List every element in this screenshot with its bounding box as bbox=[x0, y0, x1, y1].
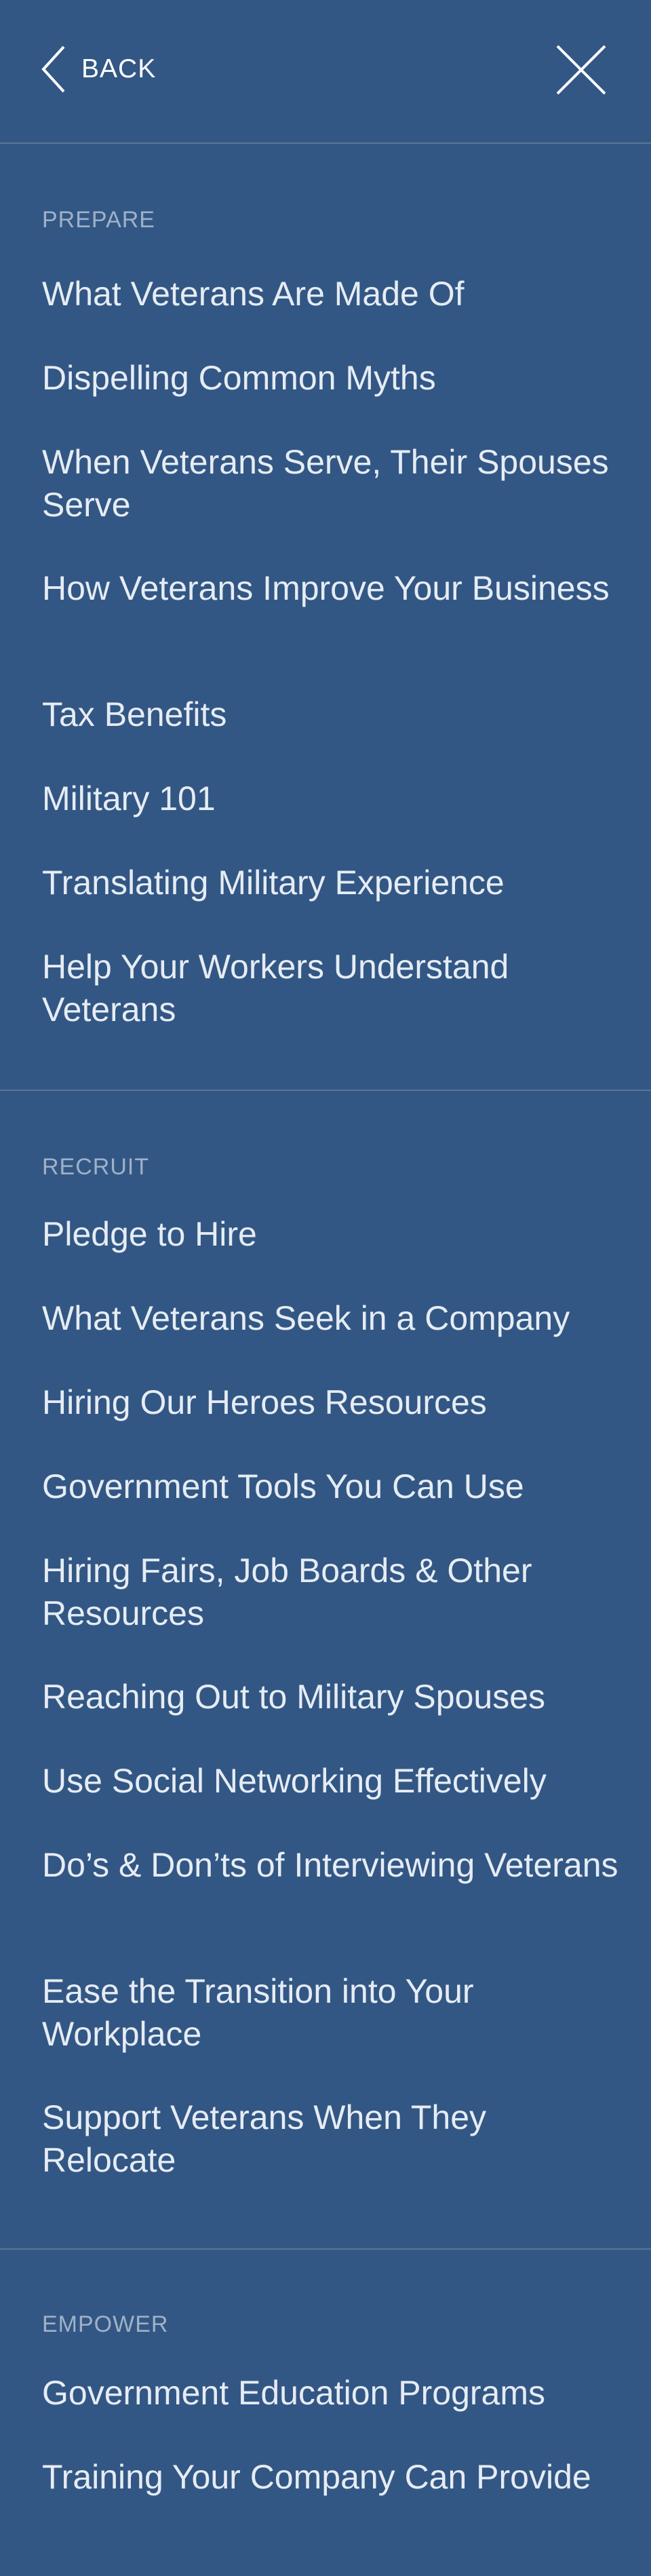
nav-item-dispelling-common-myths[interactable]: Dispelling Common Myths bbox=[42, 357, 625, 400]
nav-item-social-networking[interactable]: Use Social Networking Effectively bbox=[42, 1760, 625, 1803]
nav-item-ease-transition[interactable]: Ease the Transition into Your Workplace bbox=[42, 1970, 625, 2056]
menu-header: BACK bbox=[0, 0, 651, 144]
nav-item-support-relocate[interactable]: Support Veterans When They Relocate bbox=[42, 2096, 625, 2182]
chevron-left-icon bbox=[41, 45, 66, 94]
nav-item-hiring-our-heroes[interactable]: Hiring Our Heroes Resources bbox=[42, 1381, 625, 1424]
nav-item-military-spouses[interactable]: Reaching Out to Military Spouses bbox=[42, 1676, 625, 1718]
nav-item-tax-benefits[interactable]: Tax Benefits bbox=[42, 693, 625, 736]
nav-item-what-veterans-seek[interactable]: What Veterans Seek in a Company bbox=[42, 1297, 625, 1340]
back-button[interactable]: BACK bbox=[41, 45, 156, 94]
nav-item-dos-donts-interviewing[interactable]: Do’s & Don’ts of Interviewing Veterans bbox=[42, 1844, 625, 1887]
nav-item-hiring-fairs[interactable]: Hiring Fairs, Job Boards & Other Resourc… bbox=[42, 1550, 625, 1635]
section-title: PREPARE bbox=[42, 207, 155, 233]
nav-item-help-workers-understand[interactable]: Help Your Workers Understand Veterans bbox=[42, 946, 625, 1031]
nav-item-what-veterans-are-made-of[interactable]: What Veterans Are Made Of bbox=[42, 273, 625, 315]
nav-item-training-company[interactable]: Training Your Company Can Provide bbox=[42, 2456, 625, 2499]
close-button[interactable] bbox=[556, 45, 606, 95]
nav-item-military-101[interactable]: Military 101 bbox=[42, 777, 625, 820]
nav-item-government-education[interactable]: Government Education Programs bbox=[42, 2372, 625, 2415]
nav-item-translating-military-experience[interactable]: Translating Military Experience bbox=[42, 862, 625, 904]
section-recruit: RECRUIT Pledge to Hire What Veterans See… bbox=[0, 1091, 651, 2250]
section-prepare: PREPARE What Veterans Are Made Of Dispel… bbox=[0, 144, 651, 1091]
nav-item-veterans-improve-business[interactable]: How Veterans Improve Your Business bbox=[42, 567, 625, 610]
section-title: EMPOWER bbox=[42, 2311, 169, 2337]
section-empower: EMPOWER Government Education Programs Tr… bbox=[0, 2250, 651, 2575]
section-title: RECRUIT bbox=[42, 1154, 150, 1180]
back-label: BACK bbox=[81, 54, 157, 83]
nav-item-spouses-serve[interactable]: When Veterans Serve, Their Spouses Serve bbox=[42, 441, 625, 526]
nav-item-pledge-to-hire[interactable]: Pledge to Hire bbox=[42, 1213, 625, 1256]
nav-item-government-tools[interactable]: Government Tools You Can Use bbox=[42, 1465, 625, 1508]
close-icon bbox=[556, 45, 606, 95]
